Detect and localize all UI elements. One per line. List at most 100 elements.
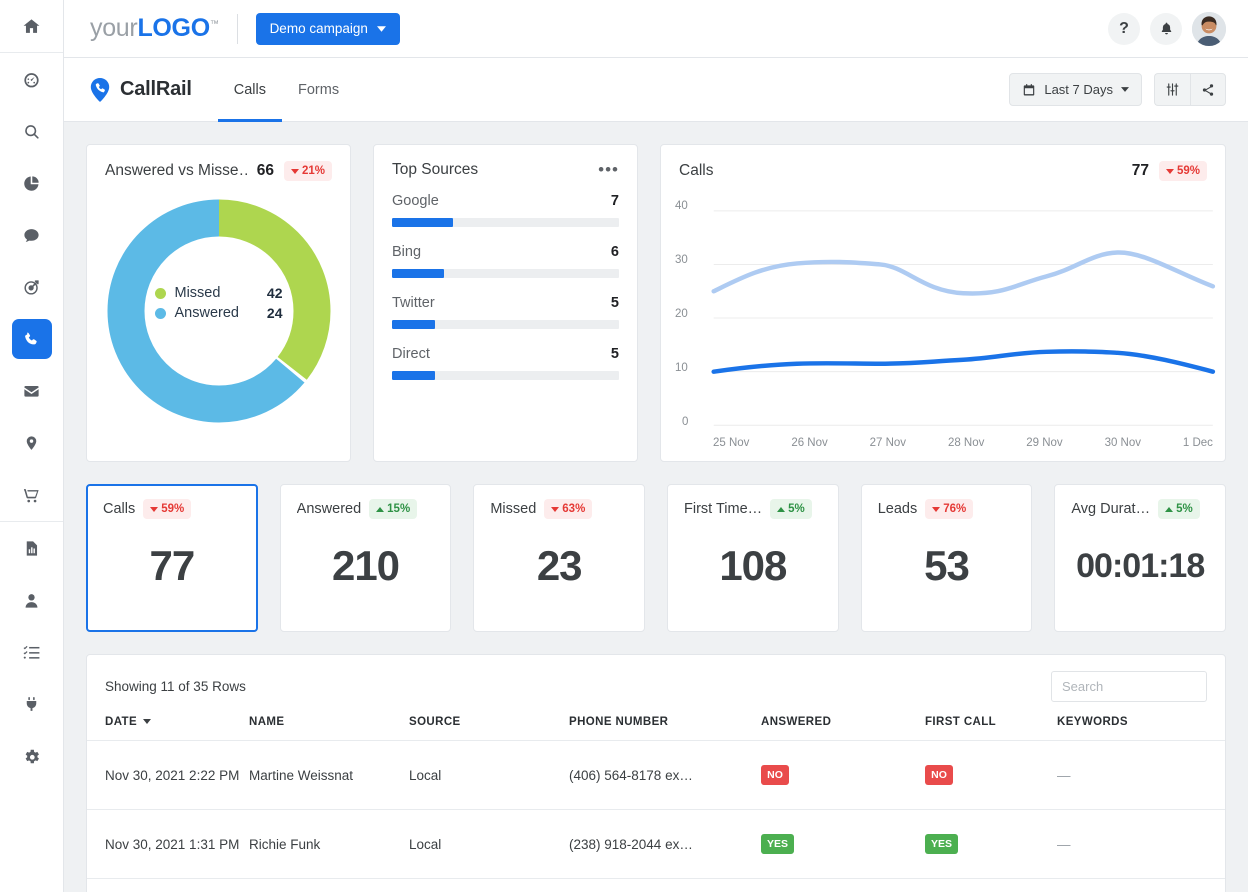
- answered-vs-missed-card: Answered vs Misse… 66 21%: [86, 144, 351, 462]
- cell-date: Nov 30, 2021 2:22 PM: [87, 741, 249, 810]
- source-item-bing: Bing 6: [392, 244, 619, 278]
- trend-down-icon: [551, 507, 559, 512]
- sidebar-item-contacts[interactable]: [12, 574, 52, 626]
- sidebar-item-dashboard[interactable]: [12, 53, 52, 105]
- logo-prefix: your: [90, 14, 137, 42]
- status-badge-answered: YES: [761, 834, 794, 854]
- campaign-selector-button[interactable]: Demo campaign: [256, 13, 400, 45]
- sidebar-item-reports[interactable]: [12, 522, 52, 574]
- line-chart-svg: [661, 189, 1225, 461]
- more-horizontal-icon[interactable]: •••: [598, 165, 619, 175]
- source-twitter-label: Twitter: [392, 295, 435, 311]
- kpi-first-time-change: 5%: [788, 503, 805, 515]
- sidebar-item-home[interactable]: [12, 0, 52, 52]
- kpi-leads-badge: 76%: [925, 499, 973, 519]
- kpi-card-answered[interactable]: Answered 15% 210: [280, 484, 452, 632]
- cell-first-call: NO: [925, 741, 1057, 810]
- sidebar-item-locations[interactable]: [12, 417, 52, 469]
- search-input[interactable]: [1051, 671, 1207, 702]
- trend-up-icon: [777, 507, 785, 512]
- col-first-call[interactable]: FIRST CALL: [925, 716, 1057, 741]
- source-bing-value: 6: [611, 244, 619, 260]
- donut-card-change-badge: 21%: [284, 161, 332, 181]
- sidebar-item-settings[interactable]: [12, 730, 52, 782]
- kpi-leads-header: Leads 76%: [878, 499, 1016, 519]
- sidebar-item-messages[interactable]: [12, 209, 52, 261]
- share-button[interactable]: [1190, 73, 1226, 106]
- chevron-down-icon: [1121, 87, 1129, 92]
- kpi-leads-label: Leads: [878, 501, 918, 517]
- calls-card-header: Calls 77 59%: [661, 145, 1225, 181]
- pie-chart-icon: [22, 174, 41, 193]
- col-source[interactable]: SOURCE: [409, 716, 569, 741]
- source-twitter-value: 5: [611, 295, 619, 311]
- col-phone-number[interactable]: PHONE NUMBER: [569, 716, 761, 741]
- kpi-card-leads[interactable]: Leads 76% 53: [861, 484, 1033, 632]
- col-keywords[interactable]: KEYWORDS: [1057, 716, 1225, 741]
- kpi-avg-duration-value: 00:01:18: [1071, 519, 1209, 631]
- table-row[interactable]: Nov 30, 2021 1:31 PM Richie Funk Local (…: [87, 810, 1225, 879]
- legend-item-answered: Answered 24: [155, 305, 283, 321]
- sidebar-item-integrations[interactable]: [12, 678, 52, 730]
- app-logo[interactable]: yourLOGO™: [90, 14, 219, 43]
- envelope-icon: [22, 382, 41, 401]
- kpi-first-time-header: First Time… 5%: [684, 499, 822, 519]
- view-controls: [1154, 73, 1226, 106]
- col-name[interactable]: NAME: [249, 716, 409, 741]
- legend-value-missed: 42: [267, 285, 283, 301]
- legend-label-missed: Missed: [175, 285, 221, 301]
- source-bing-fill: [392, 269, 444, 278]
- date-range-picker[interactable]: Last 7 Days: [1009, 73, 1142, 106]
- sidebar-item-search[interactable]: [12, 105, 52, 157]
- kpi-first-time-value: 108: [684, 519, 822, 631]
- kpi-card-missed[interactable]: Missed 63% 23: [473, 484, 645, 632]
- sidebar-item-email[interactable]: [12, 365, 52, 417]
- cell-source: Local: [409, 810, 569, 879]
- source-google-header: Google 7: [392, 193, 619, 209]
- kpi-avg-duration-label: Avg Durat…: [1071, 501, 1150, 517]
- filter-button[interactable]: [1154, 73, 1190, 106]
- sidebar-item-analytics[interactable]: [12, 157, 52, 209]
- legend-item-missed: Missed 42: [155, 285, 283, 301]
- kpi-avg-duration-header: Avg Durat… 5%: [1071, 499, 1209, 519]
- kpi-missed-change: 63%: [562, 503, 585, 515]
- calls-card-total: 77: [1132, 162, 1149, 180]
- help-button[interactable]: ?: [1108, 13, 1140, 45]
- kpi-first-time-badge: 5%: [770, 499, 812, 519]
- donut-card-title: Answered vs Misse…: [105, 162, 247, 180]
- col-date[interactable]: DATE: [87, 716, 249, 741]
- chevron-down-icon: [377, 26, 386, 32]
- table-row[interactable]: Nov 30, 2021 2:22 PM Martine Weissnat Lo…: [87, 741, 1225, 810]
- sidebar-item-tasks[interactable]: [12, 626, 52, 678]
- campaign-label: Demo campaign: [270, 21, 368, 36]
- notifications-button[interactable]: [1150, 13, 1182, 45]
- sidebar-item-calls[interactable]: [12, 319, 52, 359]
- source-bing-label: Bing: [392, 244, 421, 260]
- sidebar-group-modules: [0, 52, 63, 521]
- source-google-track: [392, 218, 619, 227]
- kpi-card-calls[interactable]: Calls 59% 77: [86, 484, 258, 632]
- source-direct-header: Direct 5: [392, 346, 619, 362]
- sidebar-item-commerce[interactable]: [12, 469, 52, 521]
- sources-card-header: Top Sources •••: [374, 145, 637, 179]
- user-avatar[interactable]: [1192, 12, 1226, 46]
- kpi-leads-change: 76%: [943, 503, 966, 515]
- tab-forms[interactable]: Forms: [282, 61, 355, 122]
- cell-phone: (406) 564-8178 ex…: [569, 741, 761, 810]
- sources-card-title: Top Sources: [392, 161, 478, 179]
- source-google-label: Google: [392, 193, 439, 209]
- kpi-first-time-label: First Time…: [684, 501, 762, 517]
- sidebar-item-targeting[interactable]: [12, 261, 52, 313]
- source-item-twitter: Twitter 5: [392, 295, 619, 329]
- tab-calls[interactable]: Calls: [218, 61, 282, 122]
- col-answered[interactable]: ANSWERED: [761, 716, 925, 741]
- charts-row: Answered vs Misse… 66 21%: [86, 144, 1226, 462]
- kpi-card-avg-duration[interactable]: Avg Durat… 5% 00:01:18: [1054, 484, 1226, 632]
- kpi-leads-value: 53: [878, 519, 1016, 631]
- map-pin-icon: [22, 434, 41, 453]
- trend-up-icon: [1165, 507, 1173, 512]
- kpi-card-first-time[interactable]: First Time… 5% 108: [667, 484, 839, 632]
- kpi-row: Calls 59% 77 Answered 15%: [86, 484, 1226, 632]
- section-tabs: Calls Forms: [218, 58, 355, 122]
- app-root: yourLOGO™ Demo campaign ?: [0, 0, 1248, 892]
